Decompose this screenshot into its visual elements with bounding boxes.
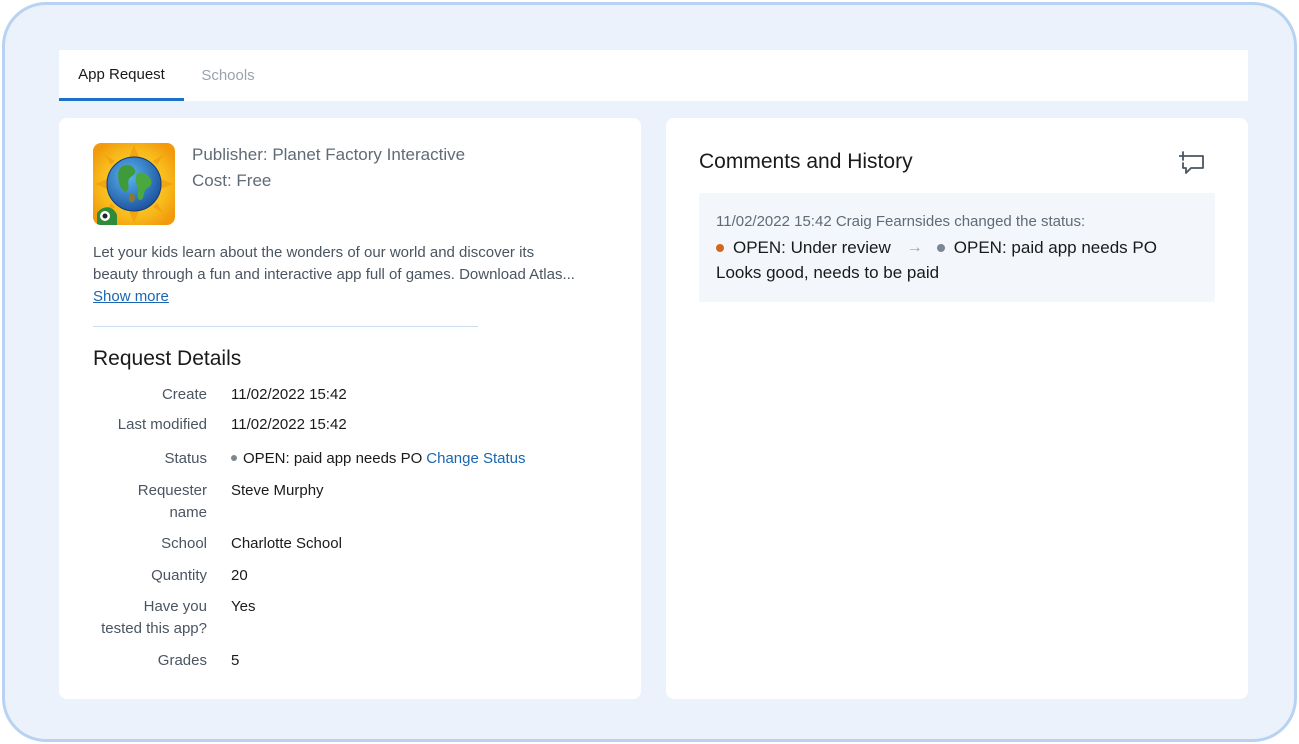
detail-label: School	[161, 535, 207, 552]
to-status: OPEN: paid app needs PO	[953, 238, 1157, 257]
publisher-text: Publisher: Planet Factory Interactive	[192, 145, 466, 164]
detail-label: Have you tested this app?	[93, 596, 207, 640]
app-frame: App Request Schools Publisher: Planet Fa…	[2, 2, 1297, 742]
request-details-title: Request Details	[93, 347, 242, 370]
description-line: Let your kids learn about the wonders of…	[93, 244, 535, 261]
detail-label: Status	[164, 450, 207, 467]
status-change: OPEN: Under review → OPEN: paid app need…	[716, 238, 1157, 258]
history-entry: 11/02/2022 15:42 Craig Fearnsides change…	[699, 193, 1215, 302]
cost-text: Cost: Free	[192, 171, 272, 190]
detail-value: Yes	[231, 598, 256, 615]
globe-app-icon	[93, 143, 175, 225]
detail-value: Charlotte School	[231, 535, 342, 552]
detail-value: 20	[231, 567, 248, 584]
comments-card: Comments and History 11/02/2022 15:42 Cr…	[666, 118, 1248, 699]
detail-label: Create	[161, 386, 207, 403]
app-request-card: Publisher: Planet Factory Interactive Co…	[59, 118, 641, 699]
show-more-link[interactable]: Show more	[93, 288, 169, 305]
from-status: OPEN: Under review	[733, 238, 891, 257]
history-note: Looks good, needs to be paid	[716, 263, 940, 282]
status-dot-icon	[936, 244, 945, 252]
add-comment-icon[interactable]	[1178, 151, 1207, 177]
app-description: Let your kids learn about the wonders of…	[93, 242, 613, 286]
status-dot-icon	[716, 244, 724, 252]
detail-label: Quantity	[151, 567, 207, 584]
divider	[93, 326, 478, 327]
label-line: name	[169, 504, 207, 521]
detail-value: 11/02/2022 15:42	[231, 416, 347, 433]
history-meta: 11/02/2022 15:42 Craig Fearnsides change…	[716, 213, 1086, 230]
change-status-link[interactable]: Change Status	[426, 450, 525, 467]
arrow-right-icon: →	[906, 239, 923, 256]
label-line: Requester	[137, 482, 207, 499]
detail-label: Requester name	[93, 480, 207, 524]
detail-label: Grades	[157, 652, 207, 669]
tab-app-request[interactable]: App Request	[59, 50, 184, 101]
tab-schools[interactable]: Schools	[184, 50, 272, 101]
status-text: OPEN: paid app needs PO	[243, 450, 423, 467]
status-value: OPEN: paid app needs PO Change Status	[231, 448, 526, 470]
tab-bar: App Request Schools	[59, 50, 1248, 101]
detail-value: 5	[231, 652, 240, 669]
detail-label: Last modified	[117, 416, 207, 433]
label-line: tested this app?	[101, 620, 207, 637]
description-line: beauty through a fun and interactive app…	[93, 266, 575, 283]
detail-value: Steve Murphy	[231, 482, 324, 499]
status-dot-icon	[231, 455, 237, 462]
comments-title: Comments and History	[699, 150, 913, 173]
label-line: Have you	[143, 598, 207, 615]
detail-value: 11/02/2022 15:42	[231, 386, 347, 403]
